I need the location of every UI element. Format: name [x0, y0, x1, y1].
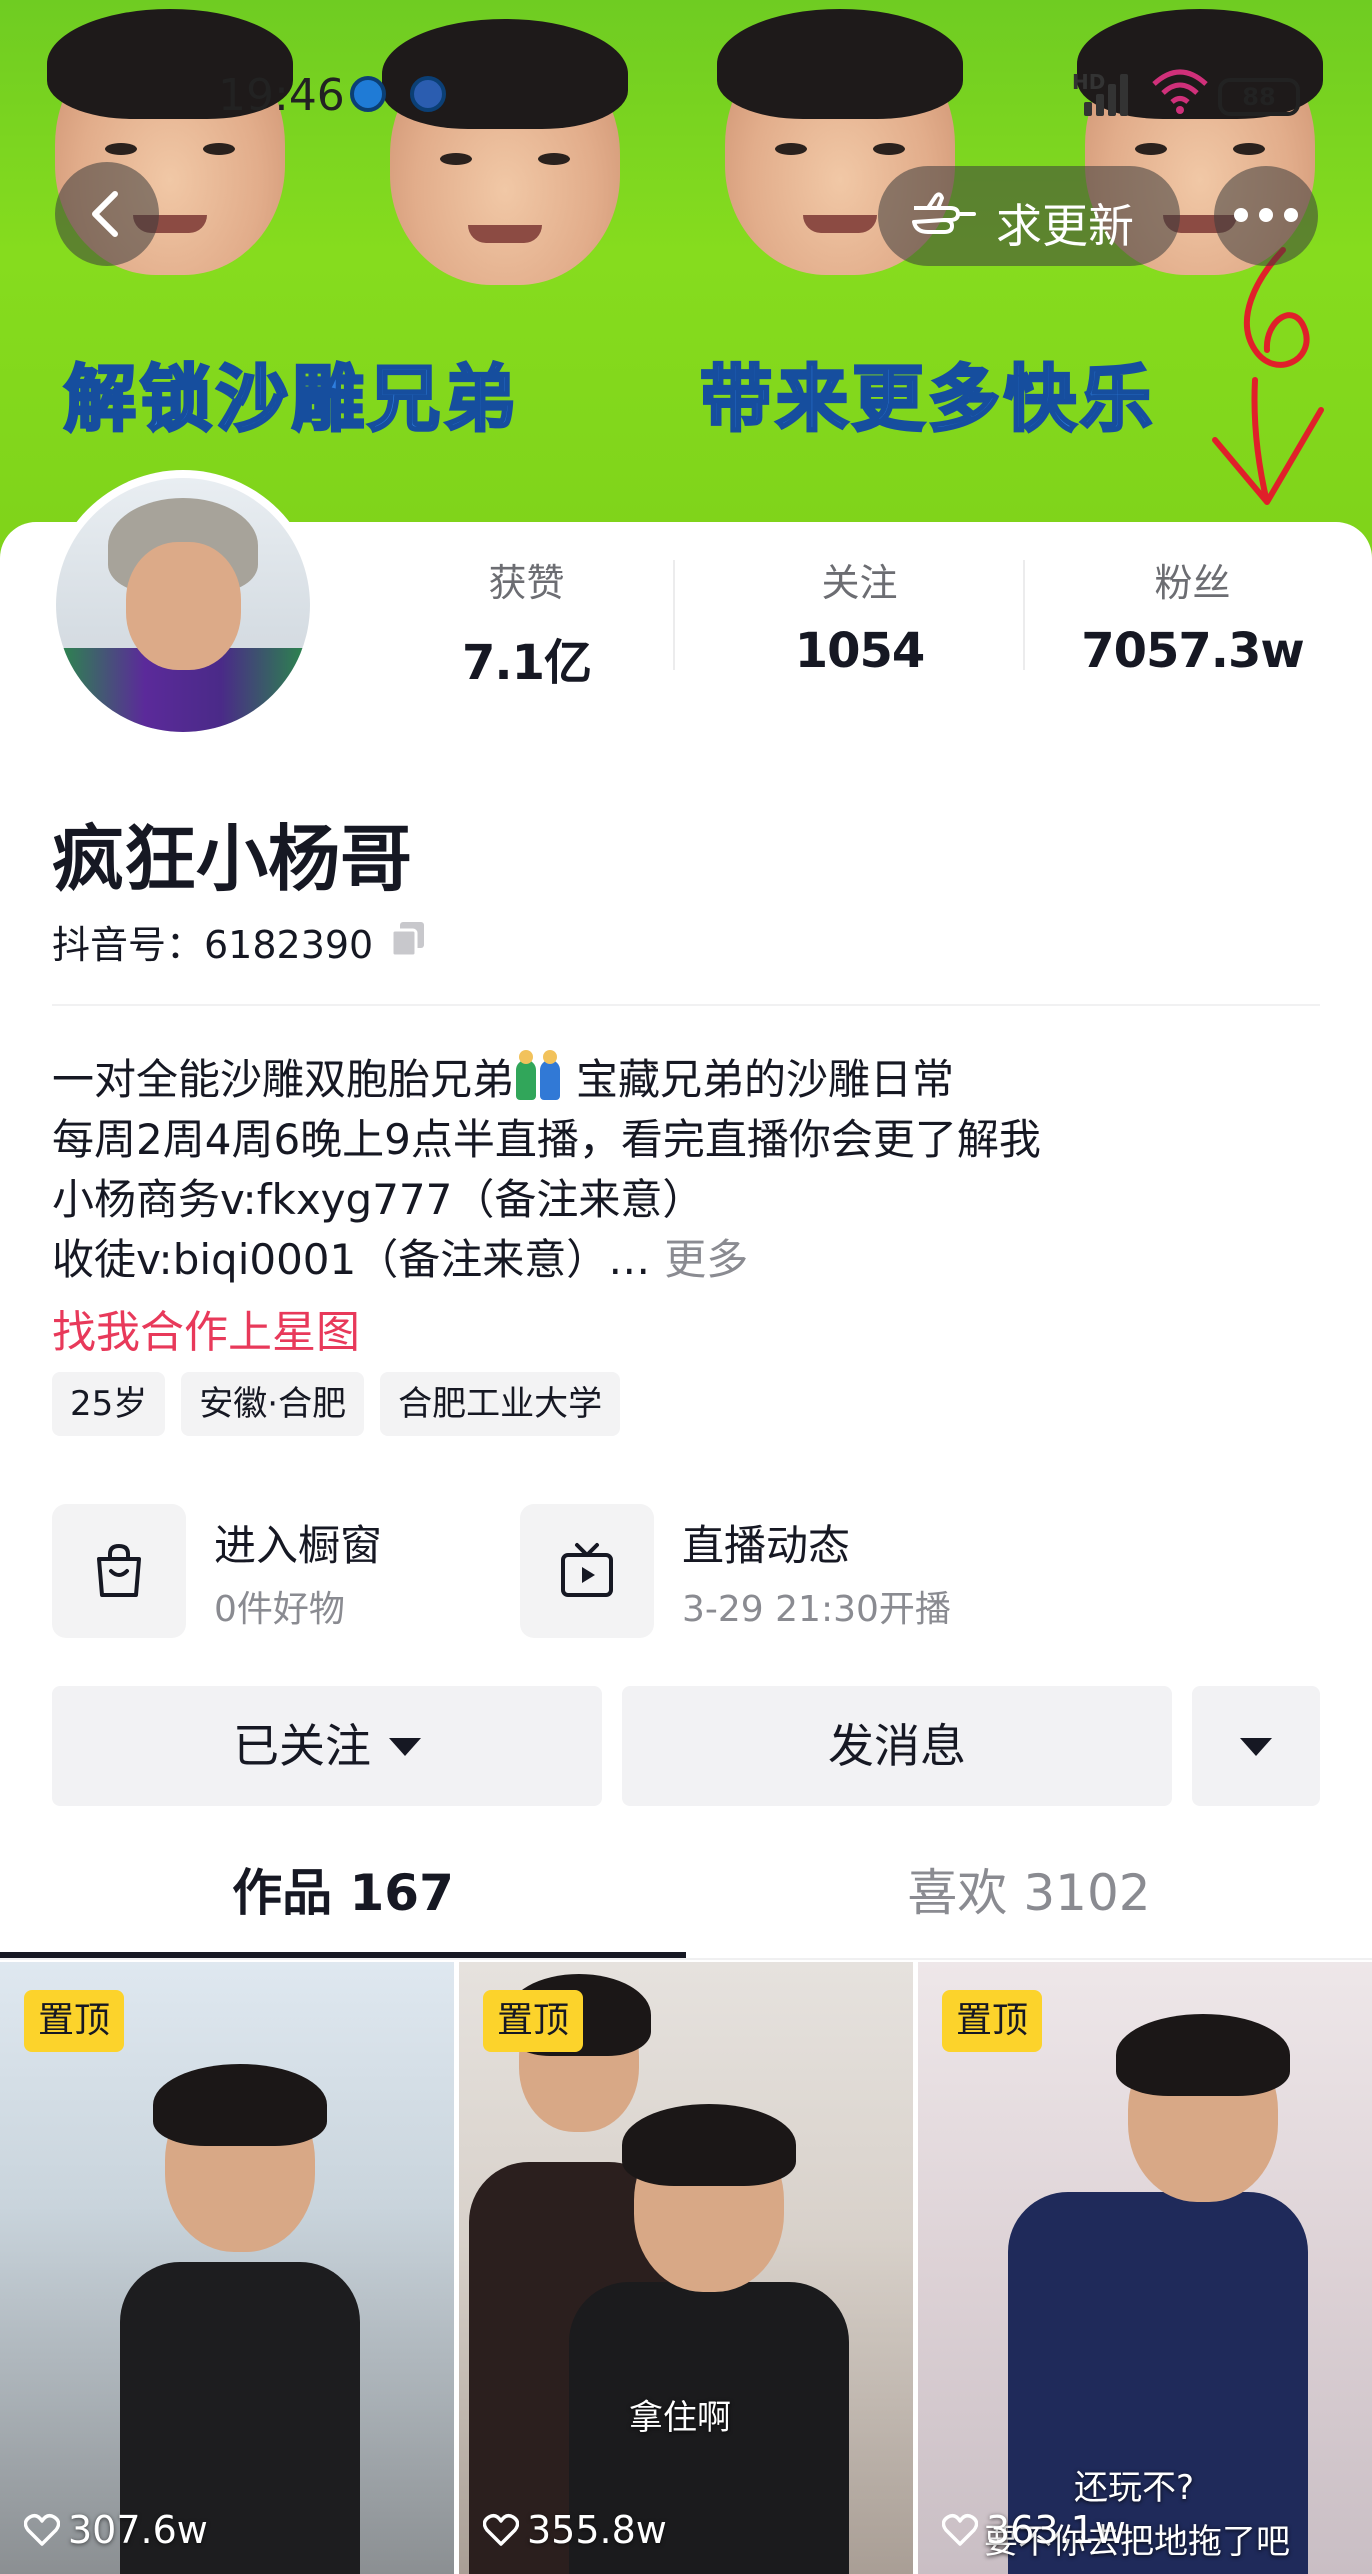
bio-more-link[interactable]: 更多: [664, 1235, 748, 1284]
divider: [0, 1958, 1372, 1960]
heart-icon: [482, 2513, 520, 2546]
followed-button[interactable]: 已关注: [52, 1686, 602, 1806]
notification-app-icon: [350, 76, 386, 112]
recommend-dropdown-button[interactable]: [1192, 1686, 1320, 1806]
avatar[interactable]: [48, 470, 318, 740]
chevron-left-icon: [92, 191, 118, 237]
shop-window-title: 进入橱窗: [214, 1521, 383, 1570]
video-thumbnail-2[interactable]: 置顶 拿住啊 355.8w: [459, 1962, 913, 2574]
heart-icon: [23, 2513, 61, 2546]
caret-down-icon: [1240, 1737, 1272, 1756]
bio-line-3: 小杨商务v:fkxyg777（备注来意）: [52, 1175, 705, 1224]
stat-followers-label: 粉丝: [1154, 561, 1231, 605]
banner-slogan-left: 解锁沙雕兄弟: [62, 356, 521, 443]
heart-icon: [941, 2513, 979, 2546]
content-tabs: 作品 167 喜欢 3102: [0, 1838, 1372, 1962]
video-caption: 拿住啊: [629, 2398, 731, 2438]
shop-window-subtitle: 0件好物: [214, 1589, 345, 1630]
tag-age: 25岁: [52, 1372, 166, 1436]
twins-emoji-icon: [514, 1050, 564, 1100]
stat-following-label: 关注: [821, 561, 898, 605]
tab-works[interactable]: 作品 167: [0, 1838, 686, 1962]
profile-tags: 25岁 安徽·合肥 合肥工业大学: [52, 1372, 636, 1436]
stat-divider: [673, 560, 675, 670]
bio-line-4: 收徒v:biqi0001（备注来意）… 更多: [52, 1235, 749, 1284]
pinned-badge: 置顶: [483, 1990, 584, 2052]
followed-label: 已关注: [233, 1719, 371, 1773]
send-message-button[interactable]: 发消息: [622, 1686, 1172, 1806]
video-grid: 置顶 307.6w 置顶 拿住啊 355.8w 置顶 还玩不? 要不你去把地拖了…: [0, 1962, 1372, 2574]
status-bar: 19:46 HD 88: [0, 0, 1372, 121]
video-likes: 363.1w: [941, 2508, 1126, 2552]
back-button[interactable]: [55, 162, 159, 266]
stat-following[interactable]: 关注 1054: [693, 550, 1026, 680]
profile-name: 疯狂小杨哥: [52, 817, 413, 901]
battery-icon: 88: [1218, 78, 1300, 116]
copy-icon[interactable]: [388, 918, 430, 960]
pinned-badge: 置顶: [24, 1990, 125, 2052]
xingtu-cooperation-link[interactable]: 找我合作上星图: [52, 1296, 360, 1360]
tag-location[interactable]: 安徽·合肥: [181, 1372, 365, 1436]
tab-likes[interactable]: 喜欢 3102: [686, 1838, 1372, 1962]
banner-slogan-right: 带来更多快乐: [698, 356, 1157, 443]
stat-divider: [1023, 560, 1025, 670]
live-activity-subtitle: 3-29 21:30开播: [682, 1589, 951, 1630]
tag-school[interactable]: 合肥工业大学: [380, 1372, 621, 1436]
profile-stats: 获赞 7.1亿 关注 1054 粉丝 7057.3w: [360, 550, 1360, 691]
divider: [52, 1004, 1320, 1006]
bio-line-1: 一对全能沙雕双胞胎兄弟 宝藏兄弟的沙雕日常: [52, 1050, 955, 1104]
stat-followers[interactable]: 粉丝 7057.3w: [1026, 550, 1359, 680]
shopping-bag-icon: [97, 1543, 141, 1597]
red-arrow-scribble: [1212, 247, 1324, 505]
more-options-button[interactable]: [1214, 166, 1318, 266]
profile-bio: 一对全能沙雕双胞胎兄弟 宝藏兄弟的沙雕日常 每周2周4周6晚上9点半直播，看完直播…: [52, 1050, 1312, 1290]
stat-likes-value: 7.1亿: [461, 635, 592, 691]
request-update-button[interactable]: 求更新: [878, 166, 1180, 266]
request-update-label: 求更新: [996, 199, 1134, 253]
video-likes: 355.8w: [482, 2508, 667, 2552]
tv-icon: [561, 1543, 613, 1597]
more-dots-icon: [1234, 208, 1298, 224]
video-caption: 还玩不?: [1074, 2468, 1195, 2508]
douyin-id: 抖音号：6182390: [52, 923, 374, 967]
video-likes: 307.6w: [23, 2508, 208, 2552]
caret-down-icon: [389, 1737, 421, 1756]
status-time: 19:46: [218, 70, 345, 121]
stat-likes-label: 获赞: [488, 561, 565, 605]
video-thumbnail-3[interactable]: 置顶 还玩不? 要不你去把地拖了吧 363.1w: [918, 1962, 1372, 2574]
live-activity-entry[interactable]: 直播动态 3-29 21:30开播: [520, 1504, 960, 1638]
notification-app-icon-2: [410, 76, 446, 112]
stat-likes[interactable]: 获赞 7.1亿: [360, 550, 693, 691]
pinned-badge: 置顶: [942, 1990, 1043, 2052]
video-thumbnail-1[interactable]: 置顶 307.6w: [0, 1962, 454, 2574]
pointing-hand-icon: [912, 192, 976, 234]
bio-line-2: 每周2周4周6晚上9点半直播，看完直播你会更了解我: [52, 1115, 1041, 1164]
wifi-icon: [1152, 69, 1208, 114]
signal-icon: [1080, 70, 1136, 116]
send-message-label: 发消息: [828, 1719, 966, 1773]
shop-window-entry[interactable]: 进入橱窗 0件好物: [52, 1504, 492, 1638]
stat-following-value: 1054: [794, 623, 926, 679]
stat-followers-value: 7057.3w: [1081, 623, 1305, 679]
live-activity-title: 直播动态: [682, 1521, 851, 1570]
